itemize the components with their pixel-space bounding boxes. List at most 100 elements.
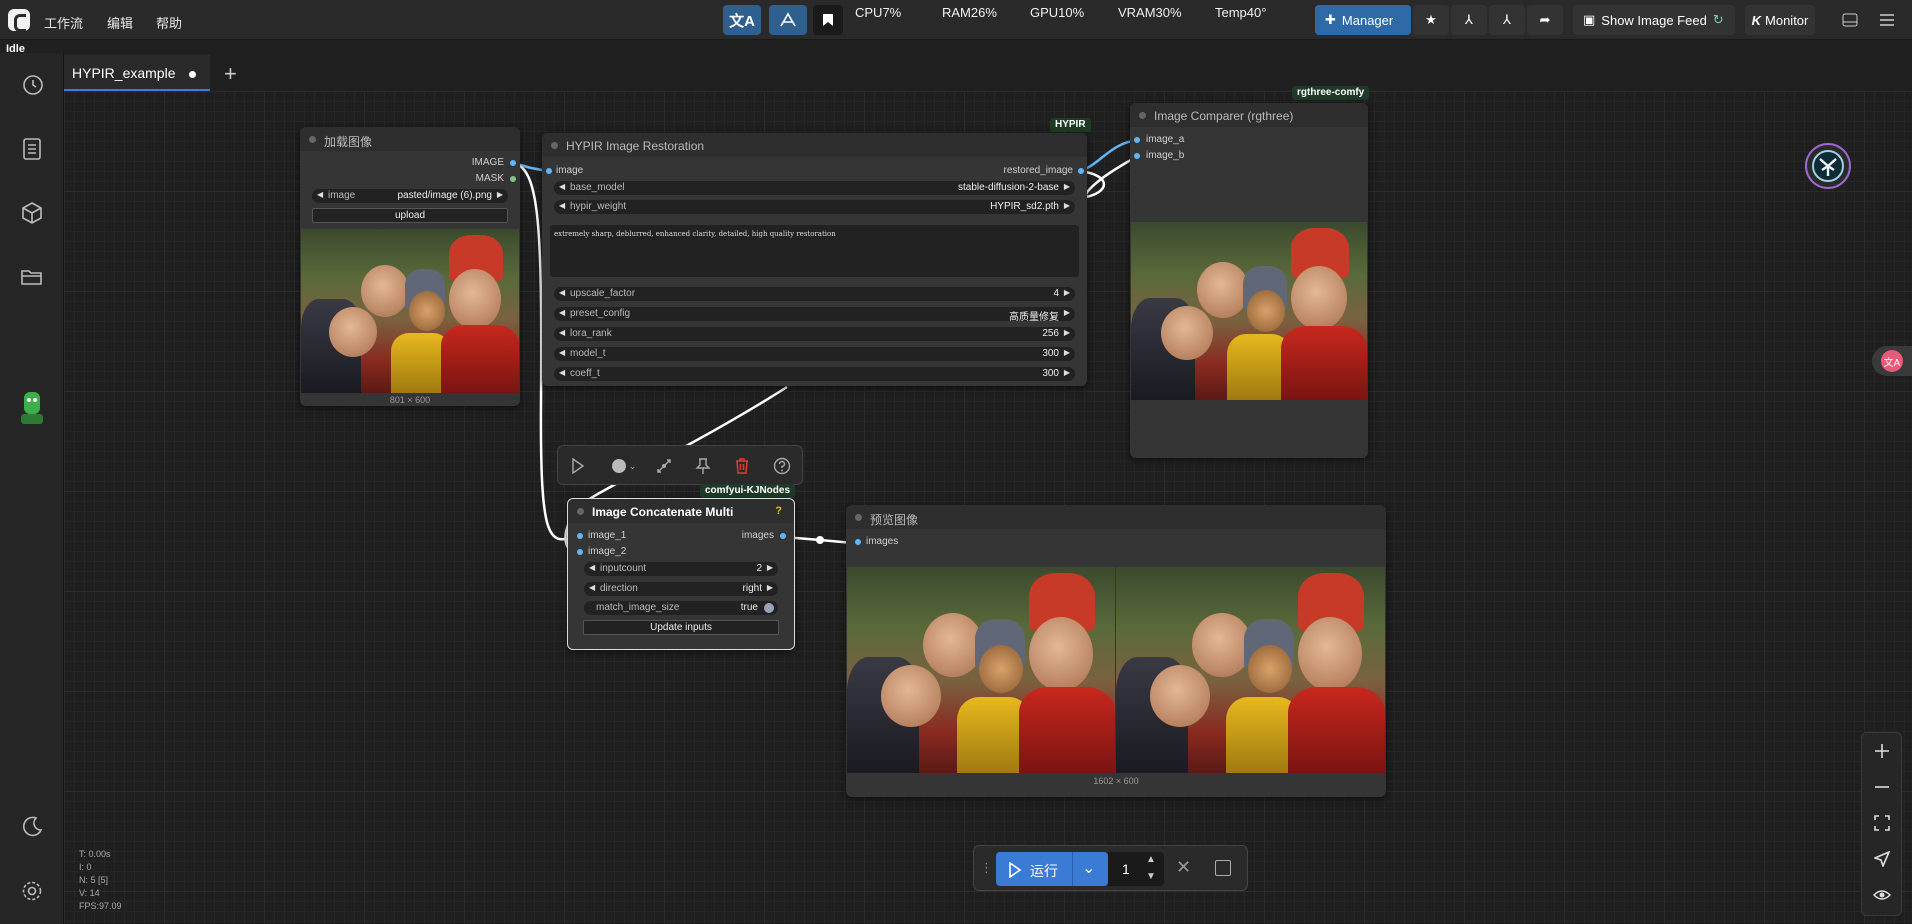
stat-fps: FPS:97.09 — [79, 901, 122, 911]
collapse-dot[interactable] — [1139, 112, 1146, 119]
arrow-left-icon[interactable]: ◀ — [559, 182, 565, 191]
coeff-t-widget[interactable]: ◀ coeff_t 300 ▶ — [554, 367, 1075, 381]
image-concatenate-node[interactable]: Image Concatenate Multi ? image_1 image_… — [567, 498, 795, 650]
output-mask-port[interactable] — [510, 176, 516, 182]
toggle-knob-icon[interactable] — [764, 603, 774, 613]
bypass-button[interactable] — [654, 456, 674, 476]
image-combo-widget[interactable]: ◀ image pasted/image (6).png ▶ — [312, 189, 508, 203]
fit-view-icon[interactable] — [1872, 813, 1892, 833]
input-images-label: images — [866, 536, 899, 547]
color-picker-button[interactable]: ⌄ — [608, 456, 640, 476]
upload-button[interactable]: upload — [312, 208, 508, 223]
arrow-left-icon[interactable]: ◀ — [559, 328, 565, 337]
collapse-dot[interactable] — [309, 136, 316, 143]
link-midpoint[interactable] — [816, 536, 824, 544]
comparer-image[interactable] — [1131, 222, 1367, 400]
widget-label: model_t — [570, 348, 606, 359]
preset-config-widget[interactable]: ◀ preset_config 高质量修复 ▶ — [554, 307, 1075, 323]
input-image-port[interactable] — [546, 168, 552, 174]
decrement-icon[interactable]: ▼ — [1146, 871, 1156, 882]
arrow-left-icon[interactable]: ◀ — [559, 368, 565, 377]
help-button[interactable] — [772, 456, 792, 476]
node-title[interactable]: 加载图像 — [300, 127, 520, 151]
translate-float-button[interactable]: 文A — [1872, 346, 1912, 376]
delete-button[interactable] — [732, 456, 752, 476]
arrow-right-icon[interactable]: ▶ — [1064, 328, 1070, 337]
node-help-button[interactable]: ? — [775, 505, 782, 517]
assistant-icon[interactable] — [1805, 143, 1851, 189]
arrow-right-icon[interactable]: ▶ — [1064, 288, 1070, 297]
inputcount-widget[interactable]: ◀ inputcount 2 ▶ — [584, 562, 778, 576]
arrow-left-icon[interactable]: ◀ — [317, 190, 323, 199]
run-selected-button[interactable] — [568, 456, 588, 476]
output-restored-port[interactable] — [1078, 168, 1084, 174]
hypir-restoration-node[interactable]: HYPIR Image Restoration image restored_i… — [542, 133, 1087, 386]
run-mode-chevron-icon[interactable]: ⌄ — [1082, 858, 1095, 878]
input-image-1-port[interactable] — [577, 533, 583, 539]
node-title[interactable]: 预览图像 — [846, 505, 1386, 529]
output-image-port[interactable] — [510, 160, 516, 166]
arrow-right-icon[interactable]: ▶ — [767, 583, 773, 592]
pin-icon — [695, 458, 711, 474]
output-images-port[interactable] — [780, 533, 786, 539]
node-title[interactable]: HYPIR Image Restoration — [542, 133, 1087, 157]
widget-label: coeff_t — [570, 368, 600, 379]
widget-value: pasted/image (6).png — [397, 190, 492, 201]
node-title-label: HYPIR Image Restoration — [566, 139, 705, 153]
arrow-right-icon[interactable]: ▶ — [497, 190, 503, 199]
node-title-label: 预览图像 — [870, 513, 919, 527]
update-inputs-button[interactable]: Update inputs — [583, 620, 779, 635]
arrow-right-icon[interactable]: ▶ — [1064, 182, 1070, 191]
select-mode-icon[interactable] — [1872, 849, 1892, 869]
image-size-caption: 801 × 600 — [389, 395, 431, 405]
input-image-a-port[interactable] — [1134, 137, 1140, 143]
arrow-right-icon[interactable]: ▶ — [1064, 368, 1070, 377]
increment-icon[interactable]: ▲ — [1146, 854, 1156, 865]
collapse-dot[interactable] — [551, 142, 558, 149]
arrow-right-icon[interactable]: ▶ — [1064, 201, 1070, 210]
batch-count-input[interactable]: 1 ▲ ▼ — [1108, 852, 1164, 886]
play-icon — [1009, 862, 1022, 878]
lora-rank-widget[interactable]: ◀ lora_rank 256 ▶ — [554, 327, 1075, 341]
visibility-icon[interactable] — [1872, 885, 1892, 905]
widget-value: 300 — [1042, 348, 1059, 359]
match-image-size-toggle[interactable]: match_image_size true — [584, 601, 778, 615]
collapse-dot[interactable] — [577, 508, 584, 515]
pin-button[interactable] — [693, 456, 713, 476]
arrow-right-icon[interactable]: ▶ — [1064, 348, 1070, 357]
direction-widget[interactable]: ◀ direction right ▶ — [584, 582, 778, 596]
output-images-label: images — [741, 530, 774, 541]
base-model-widget[interactable]: ◀ base_model stable-diffusion-2-base ▶ — [554, 181, 1075, 195]
model-t-widget[interactable]: ◀ model_t 300 ▶ — [554, 347, 1075, 361]
hypir-weight-widget[interactable]: ◀ hypir_weight HYPIR_sd2.pth ▶ — [554, 200, 1075, 214]
run-button[interactable]: 运行 ⌄ — [996, 852, 1108, 886]
collapse-dot[interactable] — [855, 514, 862, 521]
arrow-left-icon[interactable]: ◀ — [589, 563, 595, 572]
run-label: 运行 — [1030, 863, 1058, 879]
input-image-2-port[interactable] — [577, 549, 583, 555]
arrow-left-icon[interactable]: ◀ — [559, 288, 565, 297]
input-images-port[interactable] — [855, 539, 861, 545]
arrow-left-icon[interactable]: ◀ — [559, 201, 565, 210]
zoom-out-icon[interactable] — [1872, 777, 1892, 797]
image-comparer-node[interactable]: Image Comparer (rgthree) image_a image_b — [1130, 103, 1368, 458]
node-title[interactable]: Image Concatenate Multi — [568, 499, 794, 523]
node-title[interactable]: Image Comparer (rgthree) — [1130, 103, 1368, 127]
arrow-left-icon[interactable]: ◀ — [589, 583, 595, 592]
load-image-node[interactable]: 加载图像 IMAGE MASK ◀ image pasted/image (6)… — [300, 127, 520, 406]
arrow-right-icon[interactable]: ▶ — [767, 563, 773, 572]
cancel-run-icon[interactable]: ✕ — [1176, 857, 1191, 878]
widget-label: match_image_size — [596, 602, 680, 613]
arrow-right-icon[interactable]: ▶ — [1064, 308, 1070, 317]
arrow-left-icon[interactable]: ◀ — [559, 348, 565, 357]
arrow-left-icon[interactable]: ◀ — [559, 308, 565, 317]
preview-image-node[interactable]: 预览图像 images 1602 × 600 — [846, 505, 1386, 797]
loaded-image-preview — [301, 229, 519, 393]
prompt-textarea[interactable]: extremely sharp, deblurred, enhanced cla… — [550, 225, 1079, 277]
widget-label: image — [328, 190, 356, 201]
zoom-in-icon[interactable] — [1872, 741, 1892, 761]
kjnodes-badge: comfyui-KJNodes — [700, 484, 796, 498]
upscale-factor-widget[interactable]: ◀ upscale_factor 4 ▶ — [554, 287, 1075, 301]
stop-icon[interactable] — [1215, 860, 1231, 876]
input-image-b-port[interactable] — [1134, 153, 1140, 159]
